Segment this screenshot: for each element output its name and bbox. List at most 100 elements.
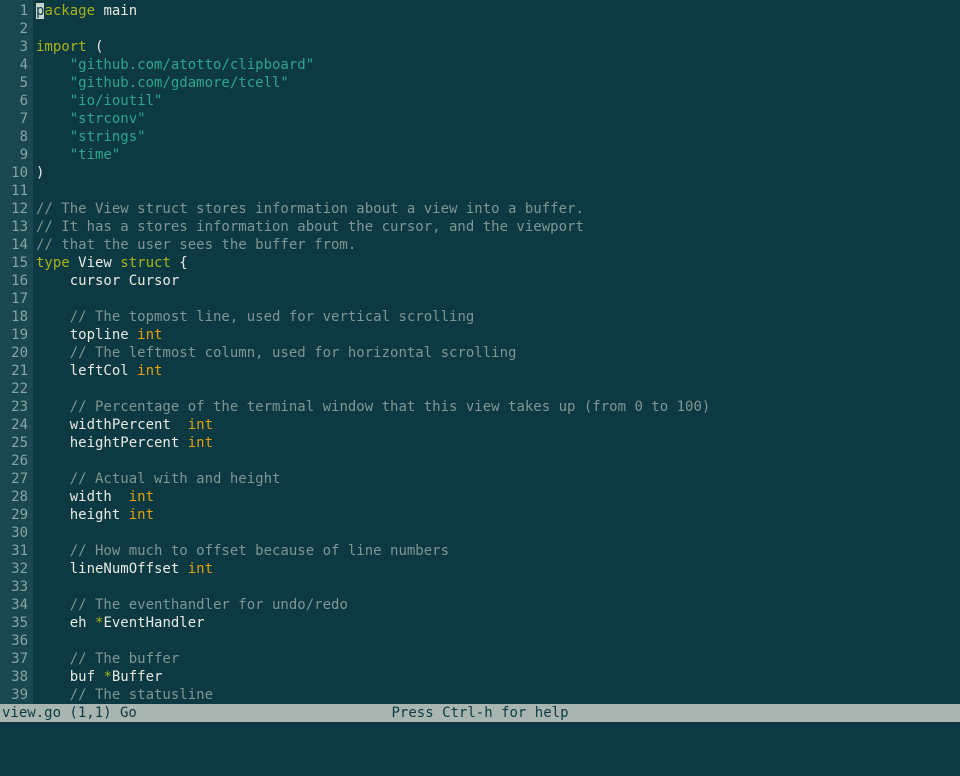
code-line[interactable]: 39 // The statusline	[0, 686, 960, 704]
line-content: // The View struct stores information ab…	[33, 200, 584, 218]
code-line[interactable]: 31 // How much to offset because of line…	[0, 542, 960, 560]
code-line[interactable]: 3import (	[0, 38, 960, 56]
line-content	[33, 380, 36, 398]
code-line[interactable]: 12// The View struct stores information …	[0, 200, 960, 218]
code-line[interactable]: 17	[0, 290, 960, 308]
line-number: 30	[0, 524, 33, 542]
code-token-com: // Actual with and height	[70, 471, 281, 487]
code-line[interactable]: 21 leftCol int	[0, 362, 960, 380]
code-line[interactable]: 6 "io/ioutil"	[0, 92, 960, 110]
micro-editor-window: 1package main23import (4 "github.com/ato…	[0, 0, 960, 739]
status-help-hint: Press Ctrl-h for help	[391, 704, 568, 722]
code-line[interactable]: 27 // Actual with and height	[0, 470, 960, 488]
code-line[interactable]: 2	[0, 20, 960, 38]
code-line[interactable]: 28 width int	[0, 488, 960, 506]
line-number: 5	[0, 74, 33, 92]
code-token-typ: int	[137, 363, 162, 379]
line-number: 37	[0, 650, 33, 668]
code-line[interactable]: 36	[0, 632, 960, 650]
line-number: 8	[0, 128, 33, 146]
code-line[interactable]: 11	[0, 182, 960, 200]
code-token-txt	[36, 399, 70, 415]
line-number: 6	[0, 92, 33, 110]
line-content: "time"	[33, 146, 120, 164]
code-line[interactable]: 38 buf *Buffer	[0, 668, 960, 686]
line-number: 39	[0, 686, 33, 704]
line-content: "strings"	[33, 128, 146, 146]
line-content: lineNumOffset int	[33, 560, 213, 578]
code-token-str: "github.com/gdamore/tcell"	[70, 75, 289, 91]
code-token-kw: *	[103, 669, 111, 685]
line-number: 18	[0, 308, 33, 326]
line-content: // It has a stores information about the…	[33, 218, 584, 236]
code-line[interactable]: 13// It has a stores information about t…	[0, 218, 960, 236]
code-token-str: "strings"	[70, 129, 146, 145]
code-token-com: // The eventhandler for undo/redo	[70, 597, 348, 613]
code-line[interactable]: 9 "time"	[0, 146, 960, 164]
code-token-txt	[36, 75, 70, 91]
code-token-com: // Percentage of the terminal window tha…	[70, 399, 711, 415]
code-token-txt: buf	[36, 669, 103, 685]
code-token-txt	[36, 687, 70, 703]
code-token-str: "strconv"	[70, 111, 146, 127]
line-number: 22	[0, 380, 33, 398]
line-content: eh *EventHandler	[33, 614, 205, 632]
line-number: 31	[0, 542, 33, 560]
line-number: 15	[0, 254, 33, 272]
code-token-txt: {	[171, 255, 188, 271]
code-line[interactable]: 8 "strings"	[0, 128, 960, 146]
code-line[interactable]: 30	[0, 524, 960, 542]
line-number: 7	[0, 110, 33, 128]
line-number: 11	[0, 182, 33, 200]
line-content: width int	[33, 488, 154, 506]
line-number: 32	[0, 560, 33, 578]
code-line[interactable]: 5 "github.com/gdamore/tcell"	[0, 74, 960, 92]
line-content: )	[33, 164, 44, 182]
code-line[interactable]: 29 height int	[0, 506, 960, 524]
code-line[interactable]: 10)	[0, 164, 960, 182]
code-token-com: // that the user sees the buffer from.	[36, 237, 356, 253]
code-token-txt: (	[87, 39, 104, 55]
line-content: import (	[33, 38, 103, 56]
code-line[interactable]: 22	[0, 380, 960, 398]
code-line[interactable]: 4 "github.com/atotto/clipboard"	[0, 56, 960, 74]
code-line[interactable]: 26	[0, 452, 960, 470]
code-line[interactable]: 24 widthPercent int	[0, 416, 960, 434]
code-token-txt	[36, 543, 70, 559]
code-token-txt	[36, 651, 70, 667]
code-token-txt: Buffer	[112, 669, 163, 685]
code-line[interactable]: 37 // The buffer	[0, 650, 960, 668]
code-token-txt	[36, 93, 70, 109]
code-line[interactable]: 15type View struct {	[0, 254, 960, 272]
command-line	[0, 722, 960, 739]
code-line[interactable]: 33	[0, 578, 960, 596]
line-content: "github.com/gdamore/tcell"	[33, 74, 289, 92]
code-token-com: // The topmost line, used for vertical s…	[70, 309, 475, 325]
code-line[interactable]: 16 cursor Cursor	[0, 272, 960, 290]
code-line[interactable]: 7 "strconv"	[0, 110, 960, 128]
line-number: 13	[0, 218, 33, 236]
code-line[interactable]: 14// that the user sees the buffer from.	[0, 236, 960, 254]
code-token-txt	[36, 111, 70, 127]
code-token-com: // The buffer	[70, 651, 180, 667]
code-token-txt: cursor Cursor	[36, 273, 179, 289]
code-line[interactable]: 34 // The eventhandler for undo/redo	[0, 596, 960, 614]
code-line[interactable]: 20 // The leftmost column, used for hori…	[0, 344, 960, 362]
code-token-txt: EventHandler	[103, 615, 204, 631]
code-line[interactable]: 35 eh *EventHandler	[0, 614, 960, 632]
code-token-kw: ackage	[44, 3, 95, 19]
code-token-txt: main	[95, 3, 137, 19]
code-line[interactable]: 19 topline int	[0, 326, 960, 344]
code-line[interactable]: 23 // Percentage of the terminal window …	[0, 398, 960, 416]
code-line[interactable]: 32 lineNumOffset int	[0, 560, 960, 578]
code-token-txt: width	[36, 489, 129, 505]
line-content: widthPercent int	[33, 416, 213, 434]
line-number: 12	[0, 200, 33, 218]
code-buffer[interactable]: 1package main23import (4 "github.com/ato…	[0, 0, 960, 704]
code-line[interactable]: 25 heightPercent int	[0, 434, 960, 452]
code-line[interactable]: 18 // The topmost line, used for vertica…	[0, 308, 960, 326]
line-content: topline int	[33, 326, 162, 344]
line-content: type View struct {	[33, 254, 188, 272]
code-line[interactable]: 1package main	[0, 2, 960, 20]
line-number: 24	[0, 416, 33, 434]
